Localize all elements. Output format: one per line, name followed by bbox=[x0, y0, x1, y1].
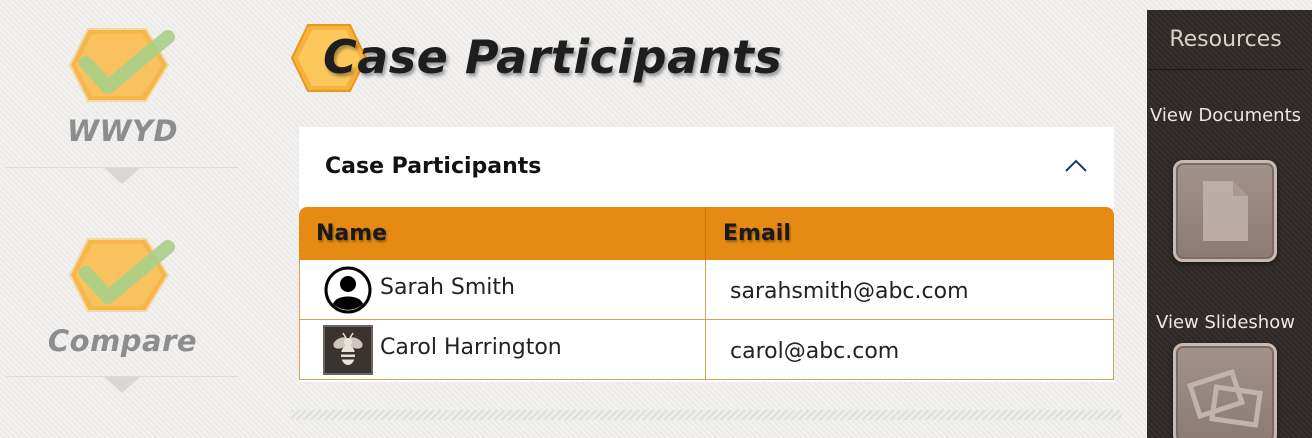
step-sidebar: WWYD Compare bbox=[0, 0, 245, 438]
view-slideshow-button[interactable] bbox=[1173, 343, 1277, 438]
table-header-row: Name Email bbox=[299, 207, 1114, 260]
hex-check-icon bbox=[68, 28, 175, 102]
participants-card: Case Participants Name Email Sarah Smith… bbox=[299, 127, 1114, 382]
participants-table: Name Email Sarah Smith sarahsmith@abc.co… bbox=[299, 207, 1114, 380]
hex-check-icon bbox=[68, 238, 175, 312]
card-title: Case Participants bbox=[325, 154, 542, 179]
bee-icon bbox=[333, 332, 363, 365]
resources-panel: Resources View Documents View Slideshow bbox=[1147, 10, 1312, 438]
step-pointer bbox=[104, 377, 140, 393]
page-header: Case Participants bbox=[290, 20, 850, 100]
section-divider bbox=[291, 410, 1122, 420]
slideshow-icon bbox=[1186, 368, 1263, 428]
name-cell: Carol Harrington bbox=[299, 320, 706, 380]
participant-email: carol@abc.com bbox=[706, 320, 1114, 380]
resources-title: Resources bbox=[1147, 10, 1304, 70]
participant-name: Sarah Smith bbox=[380, 275, 515, 300]
participant-name: Carol Harrington bbox=[380, 335, 562, 360]
page-title: Case Participants bbox=[323, 30, 783, 84]
document-icon bbox=[1203, 181, 1248, 241]
user-circle-icon bbox=[324, 266, 372, 313]
step-label: Compare bbox=[47, 324, 198, 358]
view-documents-button[interactable] bbox=[1173, 160, 1277, 262]
chevron-up-icon[interactable] bbox=[1063, 155, 1089, 177]
column-header-name[interactable]: Name bbox=[299, 207, 706, 260]
view-documents-label: View Documents bbox=[1149, 105, 1302, 126]
participant-email: sarahsmith@abc.com bbox=[706, 260, 1114, 320]
step-pointer bbox=[104, 168, 140, 184]
name-cell: Sarah Smith bbox=[299, 260, 706, 320]
avatar bbox=[323, 324, 373, 375]
step-label: WWYD bbox=[66, 114, 179, 148]
view-slideshow-label: View Slideshow bbox=[1156, 312, 1295, 333]
column-header-email[interactable]: Email bbox=[706, 207, 1114, 260]
table-row[interactable]: Carol Harrington carol@abc.com bbox=[299, 320, 1114, 380]
table-row[interactable]: Sarah Smith sarahsmith@abc.com bbox=[299, 260, 1114, 320]
